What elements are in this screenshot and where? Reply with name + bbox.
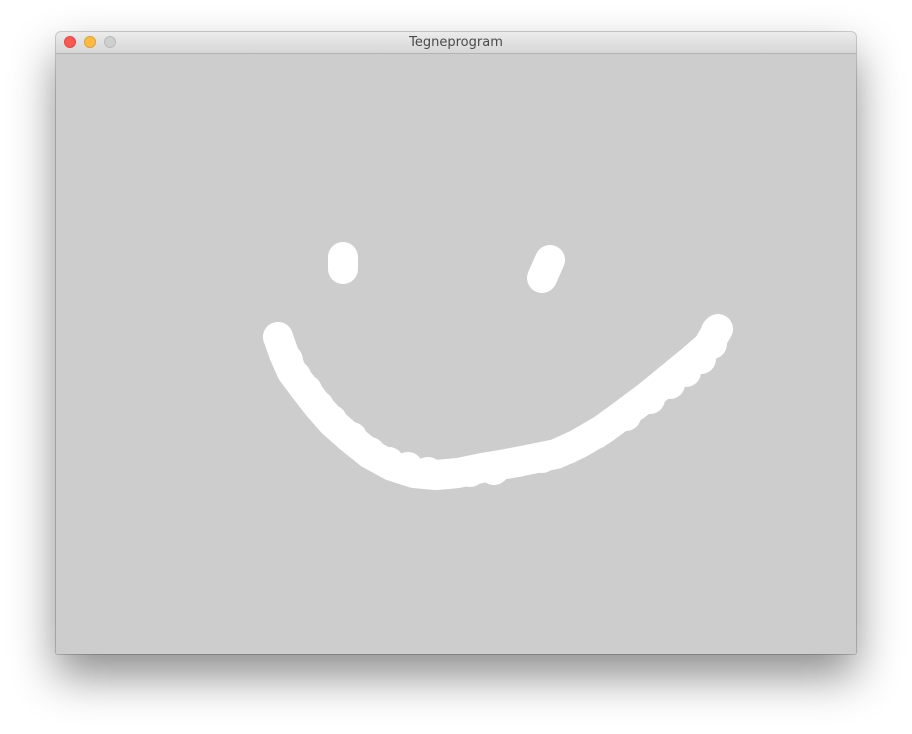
window-title: Tegneprogram bbox=[409, 35, 503, 50]
right-eye-stroke bbox=[527, 245, 565, 293]
app-window: Tegneprogram bbox=[56, 32, 856, 654]
drawing-surface[interactable] bbox=[56, 54, 856, 654]
smile-stroke bbox=[263, 314, 733, 490]
drawing-canvas[interactable] bbox=[56, 54, 856, 654]
title-bar[interactable]: Tegneprogram bbox=[56, 32, 856, 54]
